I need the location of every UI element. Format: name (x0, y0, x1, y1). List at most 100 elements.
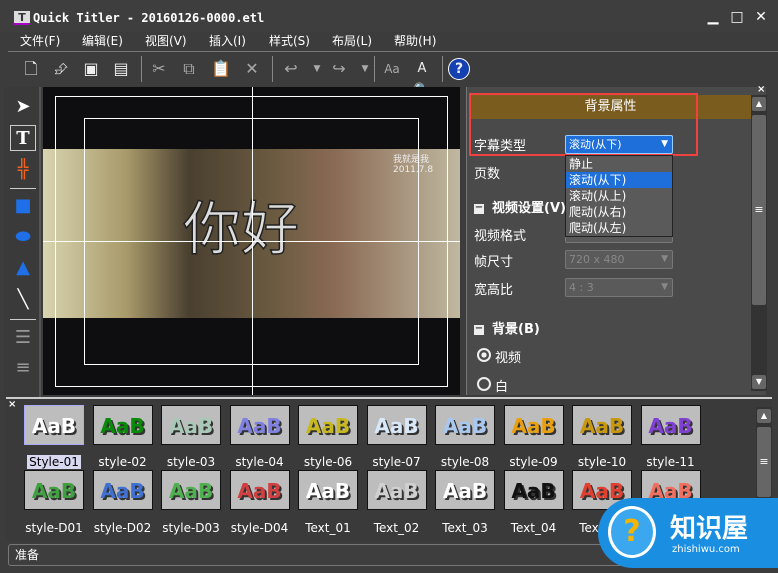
chevron-down-icon: ▼ (661, 139, 668, 149)
close-button[interactable]: ✕ (752, 8, 770, 26)
style-thumbnail[interactable]: AaB (92, 405, 153, 445)
menu-style[interactable]: 样式(S) (269, 32, 310, 49)
line-icon[interactable]: ╲ (10, 287, 36, 313)
style-label: Style-01 (27, 455, 81, 469)
style-thumbnail[interactable]: AaB (92, 470, 153, 510)
redo-icon[interactable]: ↪ (328, 58, 350, 80)
style-thumbnail[interactable]: AaB (161, 405, 221, 445)
subtitle-type-label: 字幕类型 (474, 139, 527, 154)
chevron-down-icon: ▼ (661, 254, 668, 264)
triangle-icon[interactable]: ▲ (10, 255, 36, 281)
menu-view[interactable]: 视图(V) (145, 32, 187, 49)
style-thumbnail[interactable]: AaB (503, 405, 564, 445)
style-thumbnail[interactable]: AaB (298, 470, 358, 510)
style-thumbnail[interactable]: AaB (24, 405, 84, 445)
style-thumbnail[interactable]: AaB (572, 405, 632, 445)
style-label: style-08 (440, 455, 490, 469)
style-label: Text_03 (442, 521, 488, 535)
style-thumbnail[interactable]: AaB (229, 405, 290, 445)
open-icon[interactable]: ⮵ (50, 58, 72, 80)
style-thumbnail[interactable]: AaB (298, 405, 358, 445)
undo-icon[interactable]: ↩ (280, 58, 302, 80)
title-bar: T Quick Titler - 20160126-0000.etl ▁ □ ✕ (0, 0, 778, 32)
text-icon[interactable]: T (10, 125, 36, 151)
rectangle-icon[interactable]: ■ (10, 193, 36, 219)
bg-white-radio[interactable] (477, 377, 491, 391)
toolbar: 🗋 ⮵ ▣ ▤ ✂ ⧉ 📋 ✕ ↩ ▼ ↪ ▼ Aa A🔍 ? (8, 51, 778, 98)
option-crawl-right[interactable]: 爬动(从左) (566, 220, 672, 236)
style-label: style-03 (166, 455, 216, 469)
delete-icon[interactable]: ✕ (241, 58, 263, 80)
bg-video-label: 视频 (495, 351, 522, 366)
menu-bar: 文件(F) 编辑(E) 视图(V) 插入(I) 样式(S) 布局(L) 帮助(H… (0, 32, 778, 50)
style-thumbnail[interactable]: AaB (503, 470, 564, 510)
option-crawl-left[interactable]: 爬动(从右) (566, 204, 672, 220)
menu-help[interactable]: 帮助(H) (394, 32, 436, 49)
style-label: style-D01 (25, 521, 83, 535)
scroll-up-icon[interactable]: ▲ (752, 97, 766, 111)
style-label: style-07 (372, 455, 421, 469)
frame-size-select[interactable]: 720 x 480 ▼ (565, 250, 673, 269)
window-title: Quick Titler - 20160126-0000.etl (33, 11, 265, 25)
watermark-name: 知识屋 (670, 514, 749, 544)
style-thumbnail[interactable]: AaB (640, 405, 701, 445)
menu-edit[interactable]: 编辑(E) (82, 32, 123, 49)
background-section[interactable]: − 背景(B) (474, 318, 540, 337)
style-thumbnail[interactable]: AaB (24, 470, 84, 510)
save-all-icon[interactable]: ▤ (110, 58, 132, 80)
redo-dropdown-icon[interactable]: ▼ (354, 58, 376, 80)
cut-icon[interactable]: ✂ (148, 58, 170, 80)
undo-dropdown-icon[interactable]: ▼ (306, 58, 328, 80)
bg-video-radio[interactable] (477, 348, 491, 362)
scroll-up-icon[interactable]: ▲ (757, 409, 771, 423)
option-static[interactable]: 静止 (566, 156, 672, 172)
preview-canvas[interactable]: 我就是我 2011.7.8 你好 (43, 87, 460, 395)
watermark-logo: ? 知识屋 zhishiwu.com (598, 498, 778, 568)
style-label: style-10 (577, 455, 627, 469)
subtitle-type-select[interactable]: 滚动(从下) ▼ (565, 135, 673, 154)
new-icon[interactable]: 🗋 (20, 58, 42, 80)
distribute-icon[interactable]: ≡ (10, 355, 36, 381)
style-label: Text_04 (510, 521, 557, 535)
scroll-down-icon[interactable]: ▼ (752, 375, 766, 389)
style-thumbnail[interactable]: AaB (229, 470, 290, 510)
video-settings-section[interactable]: − 视频设置(V) (474, 197, 566, 216)
style-thumbnail[interactable]: AaB (161, 470, 221, 510)
maximize-button[interactable]: □ (728, 8, 746, 26)
style-thumbnail[interactable]: AaB (366, 470, 427, 510)
chevron-down-icon: ▼ (661, 282, 668, 292)
menu-layout[interactable]: 布局(L) (332, 32, 372, 49)
gallery-close-icon[interactable]: × (8, 399, 16, 410)
tool-palette: ➤ T ╬ ■ ⬬ ▲ ╲ ☰ ≡ (4, 87, 41, 397)
subtitle-type-dropdown: 静止 滚动(从下) 滚动(从上) 爬动(从右) 爬动(从左) (565, 155, 673, 237)
pointer-icon[interactable]: ➤ (10, 94, 36, 120)
scroll-thumb[interactable]: ≡ (752, 115, 766, 305)
text-search-icon[interactable]: A🔍 (411, 58, 433, 98)
properties-scrollbar[interactable]: ▲ ≡ ▼ (751, 95, 767, 391)
scroll-thumb[interactable]: ≡ (757, 427, 771, 497)
menu-insert[interactable]: 插入(I) (209, 32, 246, 49)
panel-close-icon[interactable]: × (757, 84, 765, 95)
style-label: style-D04 (230, 521, 289, 535)
ellipse-icon[interactable]: ⬬ (10, 224, 36, 250)
option-scroll-up[interactable]: 滚动(从下) (566, 172, 672, 188)
text-style-icon[interactable]: Aa (381, 58, 403, 80)
aspect-ratio-select[interactable]: 4 : 3 ▼ (565, 278, 673, 297)
question-monitor-icon: ? (608, 506, 656, 558)
menu-file[interactable]: 文件(F) (20, 32, 60, 49)
help-icon[interactable]: ? (448, 58, 470, 80)
style-thumbnail[interactable]: AaB (366, 405, 427, 445)
app-icon: T (14, 11, 30, 25)
option-scroll-down[interactable]: 滚动(从上) (566, 188, 672, 204)
align-icon[interactable]: ☰ (10, 325, 36, 351)
copy-icon[interactable]: ⧉ (178, 58, 200, 80)
save-icon[interactable]: ▣ (80, 58, 102, 80)
crosshair-icon[interactable]: ╬ (10, 157, 36, 183)
style-label: style-D03 (162, 521, 220, 535)
properties-panel: 背景属性 字幕类型 滚动(从下)▼ 页数 −视频设置(V) 视频格式 ▼ 帧尺寸… (466, 87, 767, 395)
minimize-button[interactable]: ▁ (704, 8, 722, 26)
style-thumbnail[interactable]: AaB (435, 470, 495, 510)
style-thumbnail[interactable]: AaB (435, 405, 495, 445)
bg-white-label: 白 (495, 380, 509, 395)
paste-icon[interactable]: 📋 (210, 58, 232, 80)
